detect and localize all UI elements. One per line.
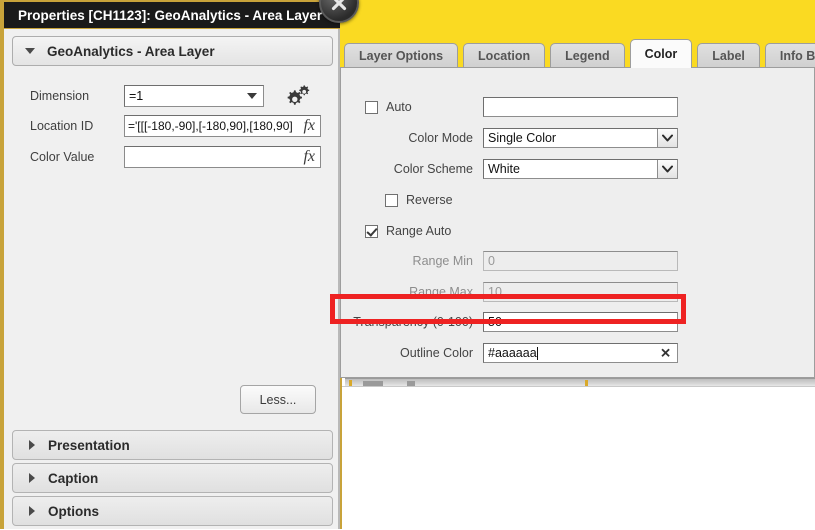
transparency-input[interactable]: 50: [483, 312, 678, 332]
chevron-right-icon: [29, 506, 35, 516]
range-max-input[interactable]: 10: [483, 282, 678, 302]
auto-checkbox[interactable]: [365, 100, 378, 114]
fx-icon[interactable]: fx: [303, 117, 315, 135]
row-color-value: Color Value fx: [12, 145, 333, 169]
auto-color-input[interactable]: [483, 97, 678, 117]
range-max-value: 10: [488, 285, 502, 299]
text-caret: [536, 346, 538, 360]
range-auto-label: Range Auto: [386, 224, 452, 238]
chevron-down-icon: [25, 48, 35, 54]
color-mode-value: Single Color: [488, 131, 557, 145]
close-icon: [331, 0, 347, 11]
color-value-input[interactable]: fx: [124, 146, 321, 168]
tab-location[interactable]: Location: [463, 43, 546, 68]
dialog-title: Properties [CH1123]: GeoAnalytics - Area…: [18, 7, 323, 23]
reverse-checkbox-wrap: Reverse: [341, 193, 483, 207]
tab-label: Label: [712, 49, 745, 63]
less-button[interactable]: Less...: [240, 385, 316, 414]
accordion-item-options[interactable]: Options: [12, 496, 333, 526]
dimension-label: Dimension: [30, 89, 90, 103]
tab-label: Location: [478, 49, 531, 63]
row-range-min: Range Min 0: [341, 248, 815, 274]
outline-color-value: #aaaaaa: [488, 346, 537, 360]
accordion-label: Presentation: [48, 437, 130, 453]
row-color-mode: Color Mode Single Color: [341, 125, 815, 151]
color-mode-label: Color Mode: [408, 131, 473, 145]
row-range-auto: Range Auto: [341, 218, 815, 244]
color-scheme-value: White: [488, 162, 520, 176]
tab-label: Layer Options: [359, 49, 444, 63]
location-id-value: ='[[[-180,-90],[-180,90],[180,90]: [128, 119, 293, 133]
auto-label: Auto: [386, 100, 412, 114]
section-title: GeoAnalytics - Area Layer: [47, 43, 215, 59]
row-transparency: Transparency (0-100) 50: [341, 309, 815, 335]
tab-label: Info Bubble: [779, 49, 815, 63]
section-body: Dimension =1 Location ID ='[[[-180,-90],…: [12, 66, 333, 422]
color-value-label: Color Value: [30, 150, 95, 164]
color-scheme-select[interactable]: White: [483, 159, 678, 179]
row-auto: Auto: [341, 94, 815, 120]
gear-icon[interactable]: [283, 84, 313, 110]
row-outline-color: Outline Color #aaaaaa ✕: [341, 340, 815, 366]
tab-color[interactable]: Color: [629, 39, 693, 68]
dialog-titlebar: Properties [CH1123]: GeoAnalytics - Area…: [4, 0, 340, 29]
chart-canvas-area: [342, 386, 815, 530]
accordion-item-presentation[interactable]: Presentation: [12, 430, 333, 460]
transparency-value: 50: [488, 315, 502, 329]
range-auto-checkbox-wrap: Range Auto: [341, 224, 483, 238]
dimension-select[interactable]: =1: [124, 85, 264, 107]
tab-legend[interactable]: Legend: [550, 43, 625, 68]
color-scheme-label: Color Scheme: [393, 162, 473, 176]
location-id-input[interactable]: ='[[[-180,-90],[-180,90],[180,90] fx: [124, 115, 321, 137]
tab-label[interactable]: Label: [697, 43, 760, 68]
properties-dialog: Properties [CH1123]: GeoAnalytics - Area…: [0, 0, 340, 529]
tab-label: Color: [644, 47, 678, 61]
reverse-checkbox[interactable]: [385, 193, 398, 207]
row-range-max: Range Max 10: [341, 279, 815, 305]
location-id-label: Location ID: [30, 119, 94, 133]
auto-checkbox-wrap: Auto: [341, 100, 483, 114]
range-auto-checkbox[interactable]: [365, 224, 378, 238]
row-reverse: Reverse: [341, 187, 815, 213]
yellow-header-banner: [338, 0, 815, 38]
outline-color-label: Outline Color: [400, 346, 473, 360]
tab-label: Legend: [565, 49, 610, 63]
chevron-right-icon: [29, 473, 35, 483]
range-min-input[interactable]: 0: [483, 251, 678, 271]
reverse-label: Reverse: [406, 193, 453, 207]
range-min-label: Range Min: [412, 254, 473, 268]
close-icon[interactable]: ✕: [660, 347, 671, 360]
less-button-label: Less...: [259, 392, 297, 407]
section-header-geoanalytics-area-layer[interactable]: GeoAnalytics - Area Layer: [12, 36, 333, 66]
row-color-scheme: Color Scheme White: [341, 156, 815, 182]
chevron-right-icon: [29, 440, 35, 450]
transparency-label: Transparency (0-100): [353, 315, 473, 329]
chevron-down-icon[interactable]: [657, 129, 677, 147]
dimension-value: =1: [129, 89, 144, 103]
row-location-id: Location ID ='[[[-180,-90],[-180,90],[18…: [12, 114, 333, 138]
chevron-down-icon[interactable]: [657, 160, 677, 178]
properties-tab-panel: Layer Options Location Legend Color Labe…: [340, 38, 815, 378]
tab-strip: Layer Options Location Legend Color Labe…: [340, 38, 815, 68]
chevron-down-icon[interactable]: [241, 86, 263, 106]
tab-layer-options[interactable]: Layer Options: [344, 43, 459, 68]
accordion-label: Options: [48, 503, 99, 519]
fx-icon[interactable]: fx: [303, 148, 315, 166]
color-tab-content: Auto Color Mode Single Color Color Schem…: [340, 67, 815, 378]
outline-color-input[interactable]: #aaaaaa ✕: [483, 343, 678, 363]
range-min-value: 0: [488, 254, 495, 268]
tab-info-bubble[interactable]: Info Bubble: [764, 43, 815, 68]
range-max-label: Range Max: [409, 285, 473, 299]
color-mode-select[interactable]: Single Color: [483, 128, 678, 148]
accordion-item-caption[interactable]: Caption: [12, 463, 333, 493]
accordion-label: Caption: [48, 470, 99, 486]
